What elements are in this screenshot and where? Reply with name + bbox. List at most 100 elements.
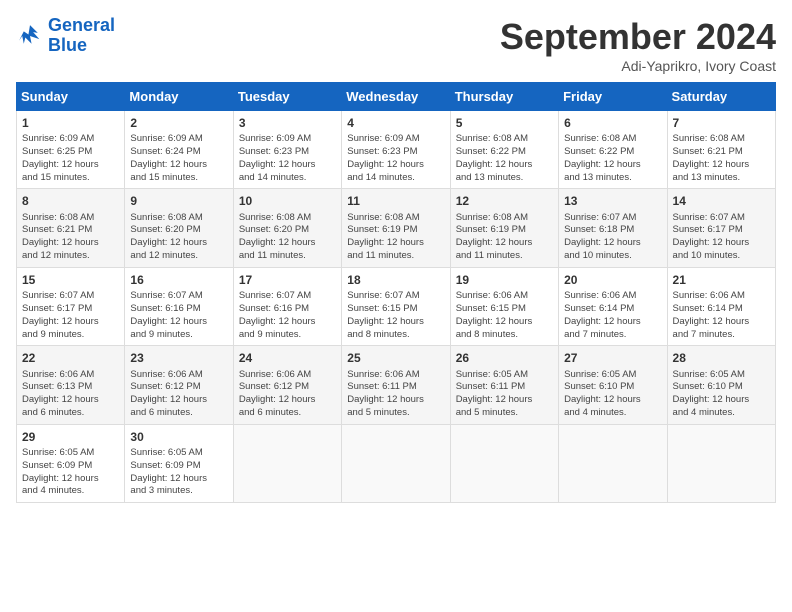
header-wednesday: Wednesday (342, 83, 450, 111)
day-number: 20 (564, 272, 661, 288)
day-info: Sunrise: 6:07 AM Sunset: 6:16 PM Dayligh… (130, 290, 227, 341)
day-number: 16 (130, 272, 227, 288)
day-info: Sunrise: 6:07 AM Sunset: 6:18 PM Dayligh… (564, 212, 661, 263)
day-number: 6 (564, 115, 661, 131)
calendar-cell: 12Sunrise: 6:08 AM Sunset: 6:19 PM Dayli… (450, 189, 558, 267)
day-info: Sunrise: 6:09 AM Sunset: 6:23 PM Dayligh… (239, 133, 336, 184)
calendar-cell (559, 424, 667, 502)
calendar-cell: 28Sunrise: 6:05 AM Sunset: 6:10 PM Dayli… (667, 346, 775, 424)
calendar-cell: 6 Sunrise: 6:08 AM Sunset: 6:22 PM Daylig… (559, 111, 667, 189)
calendar-cell: 24 Sunrise: 6:06 AM Sunset: 6:12 PM Dayli… (233, 346, 341, 424)
calendar-cell: 19Sunrise: 6:06 AM Sunset: 6:15 PM Dayli… (450, 267, 558, 345)
day-number: 25 (347, 350, 444, 366)
calendar-cell (342, 424, 450, 502)
day-number: 11 (347, 193, 444, 209)
calendar-cell: 4 Sunrise: 6:09 AM Sunset: 6:23 PM Daylig… (342, 111, 450, 189)
calendar-cell: 18 Sunrise: 6:07 AM Sunset: 6:15 PM Dayli… (342, 267, 450, 345)
day-number: 29 (22, 429, 119, 445)
day-info: Sunrise: 6:09 AM Sunset: 6:23 PM Dayligh… (347, 133, 444, 184)
title-block: September 2024 Adi-Yaprikro, Ivory Coast (500, 16, 776, 74)
day-info: Sunrise: 6:07 AM Sunset: 6:17 PM Dayligh… (673, 212, 770, 263)
calendar-cell: 20Sunrise: 6:06 AM Sunset: 6:14 PM Dayli… (559, 267, 667, 345)
calendar-cell: 25 Sunrise: 6:06 AM Sunset: 6:11 PM Dayli… (342, 346, 450, 424)
day-info: Sunrise: 6:08 AM Sunset: 6:20 PM Dayligh… (239, 212, 336, 263)
day-info: Sunrise: 6:07 AM Sunset: 6:17 PM Dayligh… (22, 290, 119, 341)
day-number: 14 (673, 193, 770, 209)
day-info: Sunrise: 6:08 AM Sunset: 6:19 PM Dayligh… (347, 212, 444, 263)
calendar-cell (233, 424, 341, 502)
calendar-cell: 8 Sunrise: 6:08 AM Sunset: 6:21 PM Daylig… (17, 189, 125, 267)
calendar-cell: 1 Sunrise: 6:09 AM Sunset: 6:25 PM Daylig… (17, 111, 125, 189)
day-info: Sunrise: 6:06 AM Sunset: 6:12 PM Dayligh… (239, 369, 336, 420)
day-number: 22 (22, 350, 119, 366)
calendar-cell: 15 Sunrise: 6:07 AM Sunset: 6:17 PM Dayli… (17, 267, 125, 345)
calendar-week-row: 1 Sunrise: 6:09 AM Sunset: 6:25 PM Daylig… (17, 111, 776, 189)
days-header-row: Sunday Monday Tuesday Wednesday Thursday… (17, 83, 776, 111)
day-number: 30 (130, 429, 227, 445)
day-info: Sunrise: 6:06 AM Sunset: 6:12 PM Dayligh… (130, 369, 227, 420)
day-info: Sunrise: 6:06 AM Sunset: 6:11 PM Dayligh… (347, 369, 444, 420)
calendar-cell: 14 Sunrise: 6:07 AM Sunset: 6:17 PM Dayli… (667, 189, 775, 267)
calendar-week-row: 15 Sunrise: 6:07 AM Sunset: 6:17 PM Dayli… (17, 267, 776, 345)
location-subtitle: Adi-Yaprikro, Ivory Coast (500, 58, 776, 74)
day-info: Sunrise: 6:07 AM Sunset: 6:15 PM Dayligh… (347, 290, 444, 341)
calendar-table: Sunday Monday Tuesday Wednesday Thursday… (16, 82, 776, 503)
calendar-cell: 27 Sunrise: 6:05 AM Sunset: 6:10 PM Dayli… (559, 346, 667, 424)
calendar-cell (450, 424, 558, 502)
header-saturday: Saturday (667, 83, 775, 111)
calendar-week-row: 8 Sunrise: 6:08 AM Sunset: 6:21 PM Daylig… (17, 189, 776, 267)
day-number: 2 (130, 115, 227, 131)
calendar-cell: 23 Sunrise: 6:06 AM Sunset: 6:12 PM Dayli… (125, 346, 233, 424)
page-header: General Blue September 2024 Adi-Yaprikro… (16, 16, 776, 74)
day-info: Sunrise: 6:08 AM Sunset: 6:19 PM Dayligh… (456, 212, 553, 263)
day-number: 9 (130, 193, 227, 209)
day-info: Sunrise: 6:08 AM Sunset: 6:20 PM Dayligh… (130, 212, 227, 263)
day-number: 18 (347, 272, 444, 288)
calendar-cell: 5Sunrise: 6:08 AM Sunset: 6:22 PM Daylig… (450, 111, 558, 189)
header-sunday: Sunday (17, 83, 125, 111)
day-number: 5 (456, 115, 553, 131)
day-number: 21 (673, 272, 770, 288)
calendar-cell: 16 Sunrise: 6:07 AM Sunset: 6:16 PM Dayli… (125, 267, 233, 345)
day-info: Sunrise: 6:05 AM Sunset: 6:11 PM Dayligh… (456, 369, 553, 420)
day-number: 8 (22, 193, 119, 209)
day-info: Sunrise: 6:05 AM Sunset: 6:10 PM Dayligh… (564, 369, 661, 420)
calendar-cell: 17Sunrise: 6:07 AM Sunset: 6:16 PM Dayli… (233, 267, 341, 345)
day-number: 26 (456, 350, 553, 366)
day-number: 19 (456, 272, 553, 288)
logo-icon (16, 22, 44, 50)
calendar-week-row: 29Sunrise: 6:05 AM Sunset: 6:09 PM Dayli… (17, 424, 776, 502)
day-info: Sunrise: 6:08 AM Sunset: 6:21 PM Dayligh… (673, 133, 770, 184)
calendar-cell: 29Sunrise: 6:05 AM Sunset: 6:09 PM Dayli… (17, 424, 125, 502)
calendar-week-row: 22 Sunrise: 6:06 AM Sunset: 6:13 PM Dayli… (17, 346, 776, 424)
header-monday: Monday (125, 83, 233, 111)
header-thursday: Thursday (450, 83, 558, 111)
header-tuesday: Tuesday (233, 83, 341, 111)
day-number: 24 (239, 350, 336, 366)
calendar-cell: 11 Sunrise: 6:08 AM Sunset: 6:19 PM Dayli… (342, 189, 450, 267)
day-info: Sunrise: 6:09 AM Sunset: 6:25 PM Dayligh… (22, 133, 119, 184)
day-number: 7 (673, 115, 770, 131)
calendar-cell: 30Sunrise: 6:05 AM Sunset: 6:09 PM Dayli… (125, 424, 233, 502)
day-number: 4 (347, 115, 444, 131)
day-number: 23 (130, 350, 227, 366)
header-friday: Friday (559, 83, 667, 111)
calendar-cell: 7 Sunrise: 6:08 AM Sunset: 6:21 PM Daylig… (667, 111, 775, 189)
logo-blue: Blue (48, 35, 87, 55)
calendar-cell: 21Sunrise: 6:06 AM Sunset: 6:14 PM Dayli… (667, 267, 775, 345)
day-number: 15 (22, 272, 119, 288)
day-info: Sunrise: 6:06 AM Sunset: 6:13 PM Dayligh… (22, 369, 119, 420)
day-info: Sunrise: 6:08 AM Sunset: 6:21 PM Dayligh… (22, 212, 119, 263)
calendar-cell: 9 Sunrise: 6:08 AM Sunset: 6:20 PM Daylig… (125, 189, 233, 267)
calendar-cell: 2 Sunrise: 6:09 AM Sunset: 6:24 PM Daylig… (125, 111, 233, 189)
day-number: 1 (22, 115, 119, 131)
day-info: Sunrise: 6:08 AM Sunset: 6:22 PM Dayligh… (564, 133, 661, 184)
day-number: 28 (673, 350, 770, 366)
day-info: Sunrise: 6:09 AM Sunset: 6:24 PM Dayligh… (130, 133, 227, 184)
day-number: 27 (564, 350, 661, 366)
day-info: Sunrise: 6:07 AM Sunset: 6:16 PM Dayligh… (239, 290, 336, 341)
calendar-cell: 3Sunrise: 6:09 AM Sunset: 6:23 PM Daylig… (233, 111, 341, 189)
calendar-cell: 26 Sunrise: 6:05 AM Sunset: 6:11 PM Dayli… (450, 346, 558, 424)
month-title: September 2024 (500, 16, 776, 58)
logo: General Blue (16, 16, 115, 56)
